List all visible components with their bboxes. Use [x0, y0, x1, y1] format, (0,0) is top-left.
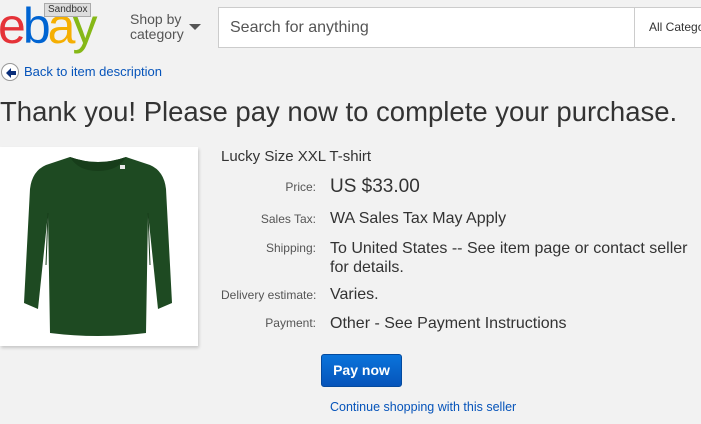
back-link-label: Back to item description — [24, 64, 163, 79]
category-select[interactable]: All Catego — [634, 8, 701, 47]
page-title: Thank you! Please pay now to complete yo… — [0, 96, 678, 127]
item-image — [0, 147, 198, 346]
shipping-value-line1: To United States -- See item page or con… — [330, 240, 688, 257]
shipping-label: Shipping: — [265, 241, 316, 255]
payment-value: Other - See Payment Instructions — [330, 315, 567, 332]
back-arrow-icon — [1, 63, 19, 81]
shirt-icon — [24, 157, 172, 336]
item-title: Lucky Size XXL T-shirt — [221, 148, 372, 165]
delivery-estimate-value: Varies. — [330, 286, 379, 303]
sales-tax-value: WA Sales Tax May Apply — [330, 210, 507, 227]
header: ebay Sandbox Shop by category All Catego — [0, 0, 701, 58]
shipping-value-line2: for details. — [330, 259, 404, 276]
continue-shopping-link[interactable]: Continue shopping with this seller — [330, 400, 516, 414]
search-input[interactable] — [219, 8, 633, 47]
shop-by-category-button[interactable]: Shop by category — [130, 12, 210, 44]
ebay-logo[interactable]: ebay Sandbox — [0, 0, 118, 54]
shipping-value: To United States -- See item page or con… — [330, 239, 688, 277]
delivery-estimate-label: Delivery estimate: — [221, 288, 317, 302]
chevron-down-icon — [189, 24, 201, 30]
sales-tax-label: Sales Tax: — [260, 212, 316, 226]
price-label: Price: — [285, 180, 316, 194]
payment-label: Payment: — [265, 316, 316, 330]
sandbox-badge: Sandbox — [44, 3, 92, 17]
pay-now-button[interactable]: Pay now — [321, 354, 402, 387]
search-bar: All Catego — [218, 7, 701, 48]
price-value: US $33.00 — [330, 176, 420, 197]
